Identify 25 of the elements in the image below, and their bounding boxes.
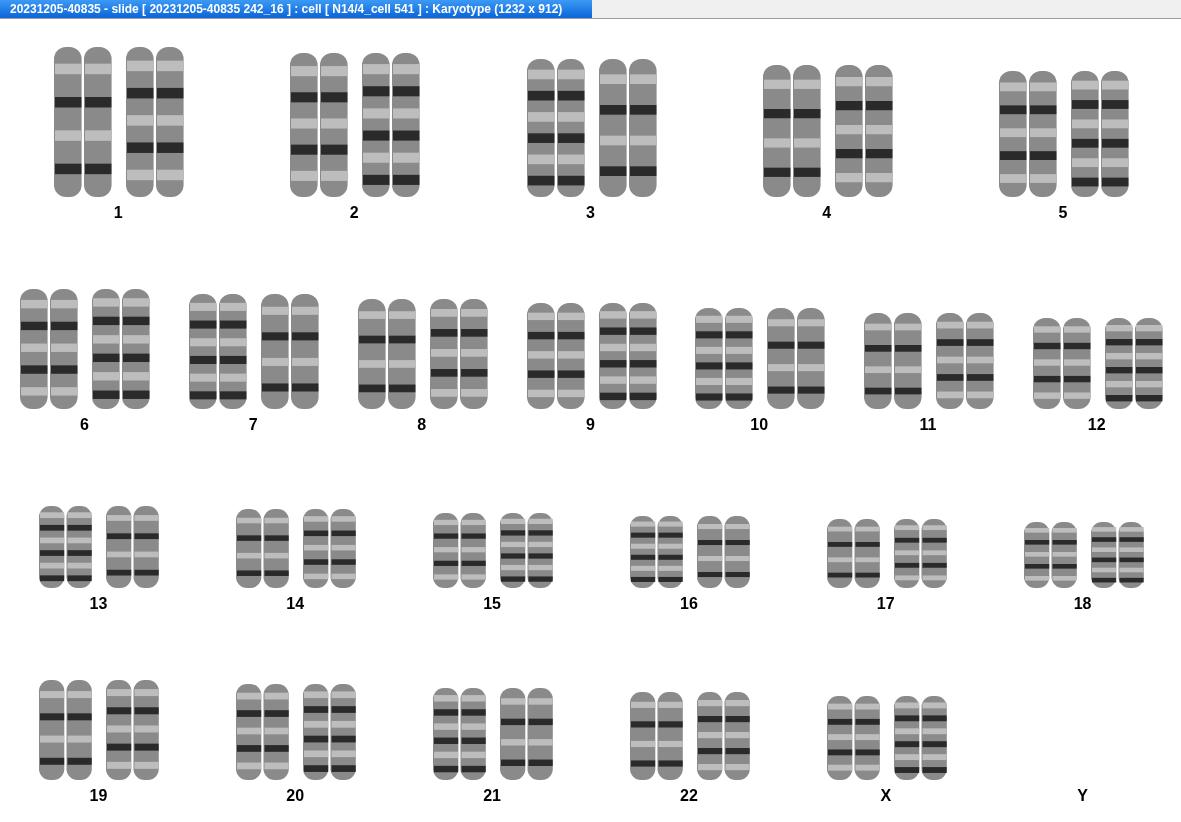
- chromosome-label: 6: [79, 415, 89, 435]
- chromosome-label: 2: [349, 203, 359, 223]
- chromosome-label: 1: [113, 203, 123, 223]
- window-title: 20231205-40835 - slide [ 20231205-40835 242_16 ] : cell [ N14/4_cell 541 ] : Karyotype (1232 x 912): [0, 0, 592, 18]
- chromosome-label: 19: [89, 786, 108, 806]
- chromosome-label: 12: [1087, 415, 1106, 435]
- chromosome-label: 3: [586, 203, 595, 223]
- chromosome-label: 11: [919, 415, 937, 435]
- chromosome-label: 5: [1058, 203, 1068, 223]
- chromosome-label: 4: [822, 203, 832, 223]
- chromosome-label: 14: [286, 594, 305, 614]
- chromosome-label: 7: [248, 415, 258, 435]
- chromosome-label: 10: [750, 415, 769, 435]
- chromosome-label: 16: [680, 594, 698, 614]
- chromosome-label: 18: [1073, 594, 1092, 614]
- chromosome-label: Y: [1077, 786, 1088, 806]
- chromosome-label: 20: [286, 786, 305, 806]
- chromosome-label: 13: [89, 594, 108, 614]
- chromosome-label: 15: [483, 594, 501, 614]
- chromosome-label: X: [880, 786, 892, 806]
- chromosome-label: 17: [876, 594, 895, 614]
- chromosome-label: 9: [586, 415, 595, 435]
- chromosome-label: 22: [680, 786, 698, 806]
- chromosome-label: 21: [483, 786, 501, 806]
- chromosome-label: 8: [417, 415, 427, 435]
